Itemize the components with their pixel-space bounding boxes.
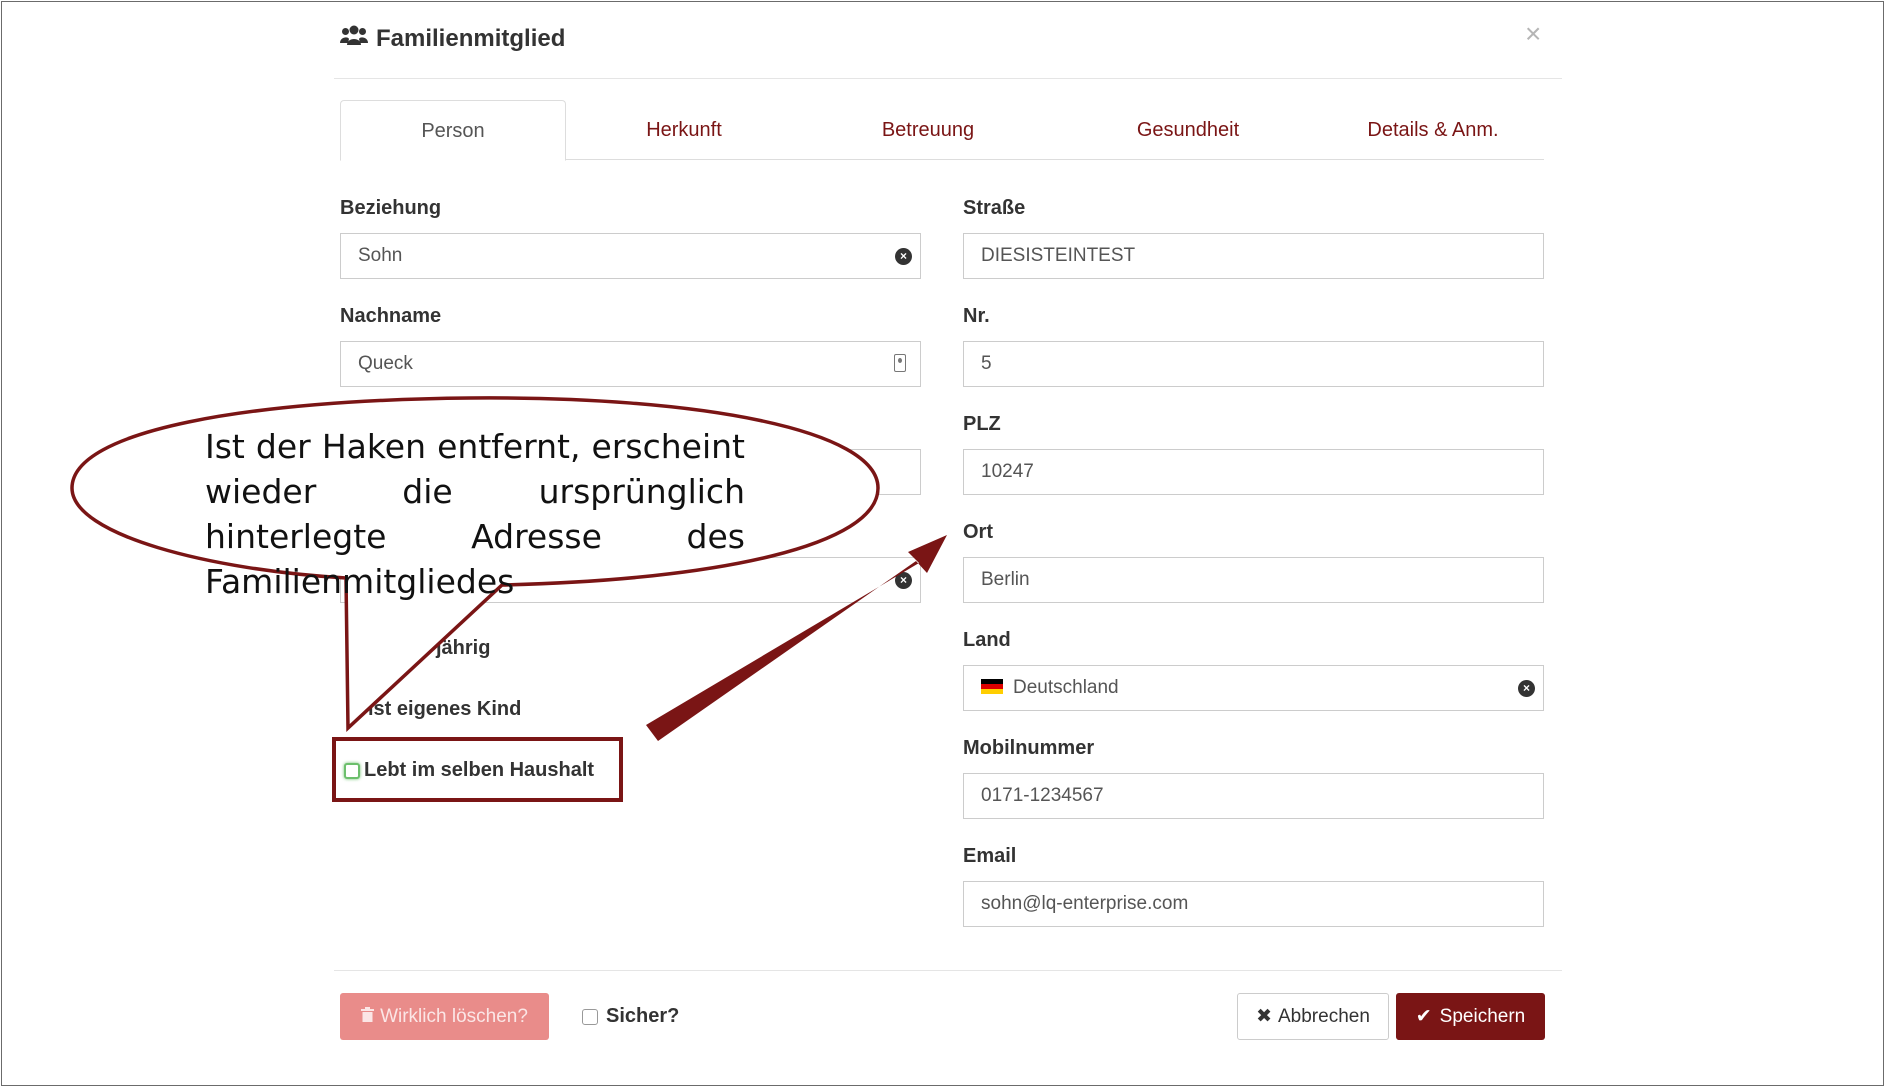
- callout-text: Ist der Haken entfernt, erscheint wieder…: [205, 427, 745, 601]
- checkbox-highlight-box: [332, 737, 623, 802]
- family-member-dialog: Familienmitglied × Person Herkunft Betre…: [0, 0, 1887, 1089]
